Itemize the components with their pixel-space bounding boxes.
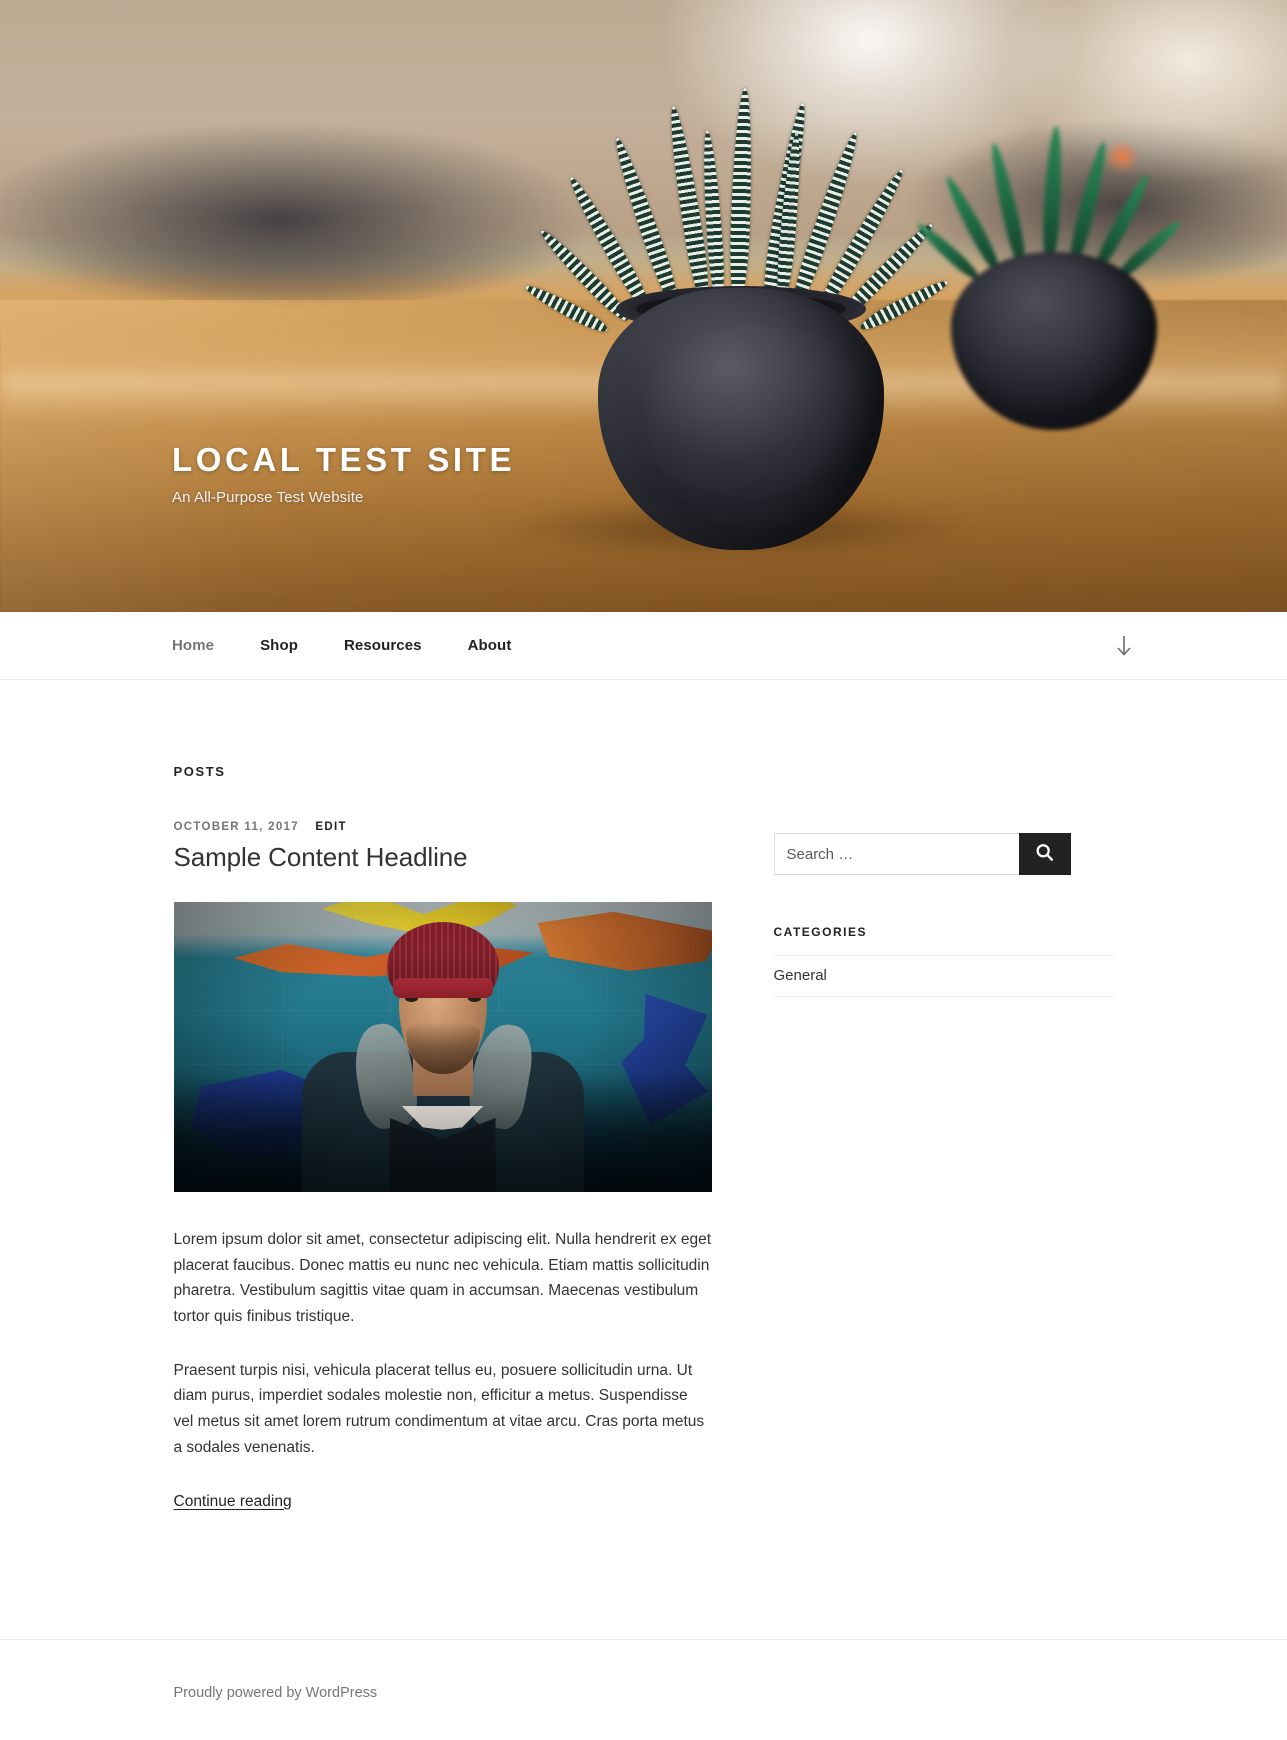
post-featured-image[interactable] <box>173 901 712 1192</box>
nav-item-resources[interactable]: Resources <box>344 637 446 654</box>
search-submit-button[interactable] <box>1018 833 1071 875</box>
warm-light-bokeh <box>1105 140 1139 174</box>
list-item: General <box>773 955 1114 997</box>
post-date[interactable]: October 11, 2017 <box>174 821 299 833</box>
continue-reading-link[interactable]: Continue reading <box>174 1493 292 1511</box>
categories-widget-title: Categories <box>773 925 867 939</box>
site-branding: Local Test Site An All-Purpose Test Webs… <box>172 440 515 506</box>
wordpress-credit-link[interactable]: Proudly powered by WordPress <box>174 1685 378 1701</box>
page-title: Posts <box>173 764 226 779</box>
site-title[interactable]: Local Test Site <box>172 440 515 480</box>
image-vignette <box>173 901 712 1192</box>
category-link-general[interactable]: General <box>774 967 827 984</box>
post-article: October 11, 2017 Edit Sample Content Hea… <box>173 821 712 1511</box>
nav-menu: Home Shop Resources About <box>172 637 557 654</box>
search-input[interactable] <box>773 833 1019 875</box>
ceramic-pot <box>598 288 884 550</box>
secondary-plant-graphic <box>913 120 1185 430</box>
post-body: Lorem ipsum dolor sit amet, consectetur … <box>174 1227 712 1511</box>
search-icon <box>1034 842 1055 866</box>
arrow-down-icon[interactable] <box>1111 633 1137 659</box>
nav-item-shop[interactable]: Shop <box>260 637 322 654</box>
site-description: An All-Purpose Test Website <box>172 488 364 506</box>
post-paragraph-2: Praesent turpis nisi, vehicula placerat … <box>173 1361 705 1456</box>
search-form <box>773 833 1071 875</box>
site-content: Posts October 11, 2017 Edit Sample Conte… <box>0 680 1287 1511</box>
categories-list: General <box>773 955 1114 997</box>
sidebar: Categories General <box>773 821 1114 997</box>
post-title[interactable]: Sample Content Headline <box>174 841 712 875</box>
edit-post-link[interactable]: Edit <box>315 821 346 833</box>
site-header: Local Test Site An All-Purpose Test Webs… <box>0 0 1287 612</box>
categories-widget: Categories General <box>773 925 1114 997</box>
entry-meta: October 11, 2017 Edit <box>174 821 712 833</box>
nav-item-home[interactable]: Home <box>172 637 238 654</box>
secondary-ceramic-pot <box>951 252 1157 430</box>
nav-item-about[interactable]: About <box>468 637 536 654</box>
site-footer: Proudly powered by WordPress <box>0 1638 1287 1702</box>
primary-content-column: October 11, 2017 Edit Sample Content Hea… <box>173 821 712 1511</box>
primary-navigation: Home Shop Resources About <box>0 612 1287 680</box>
post-paragraph-1: Lorem ipsum dolor sit amet, consectetur … <box>173 1230 712 1325</box>
succulent-plant-graphic <box>522 70 951 550</box>
